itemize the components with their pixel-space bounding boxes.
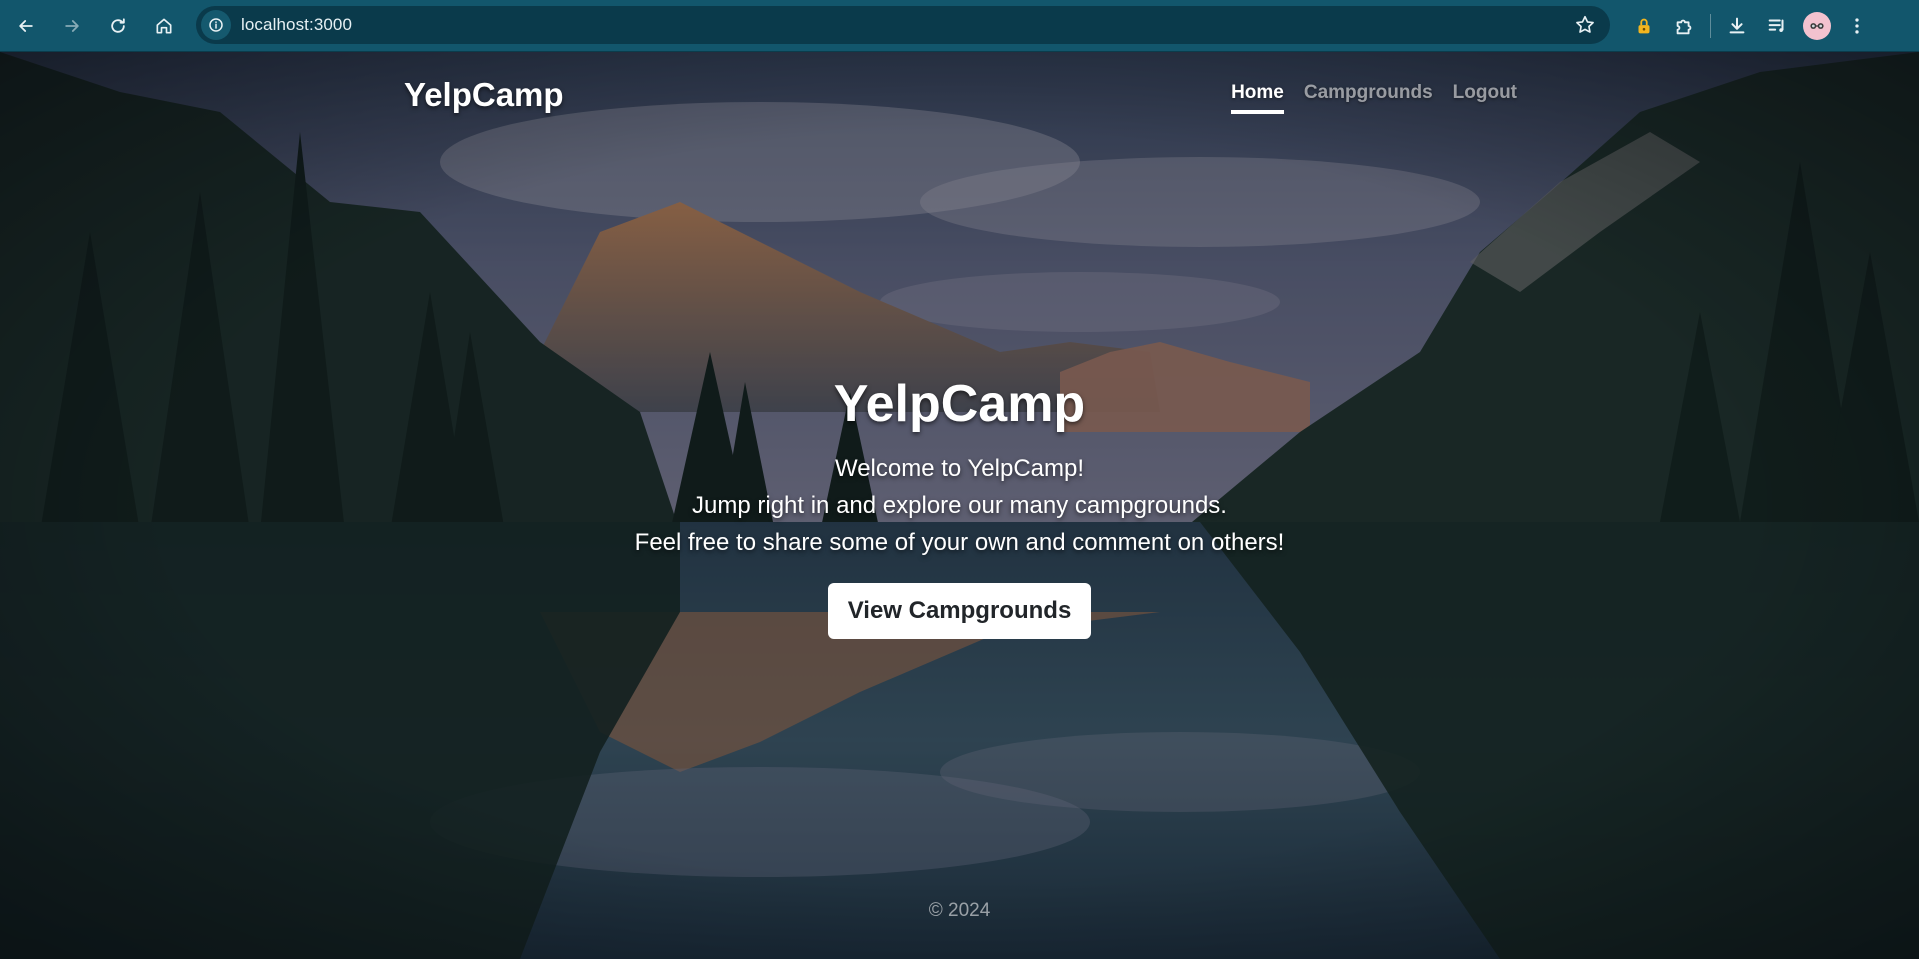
nav-link-logout[interactable]: Logout <box>1453 82 1517 114</box>
hero-explore-text: Jump right in and explore our many campg… <box>692 492 1227 519</box>
nav-link-home[interactable]: Home <box>1231 82 1284 114</box>
puzzle-icon <box>1676 19 1692 35</box>
extensions-button[interactable] <box>1664 6 1704 46</box>
lock-icon <box>1638 18 1650 34</box>
footer-copyright: © 2024 <box>928 900 991 921</box>
web-page: YelpCamp Home Campgrounds Logout YelpCam… <box>0 52 1919 959</box>
reload-icon <box>111 17 125 33</box>
media-button[interactable] <box>1757 6 1797 46</box>
toolbar-separator <box>1710 14 1711 38</box>
site-info-button[interactable] <box>201 10 231 40</box>
forward-button[interactable] <box>52 6 92 46</box>
download-icon <box>1729 17 1745 34</box>
extension-lock-button[interactable] <box>1624 6 1664 46</box>
hero-share-text: Feel free to share some of your own and … <box>634 529 1285 556</box>
home-button[interactable] <box>144 6 184 46</box>
info-icon <box>209 18 223 32</box>
hero-welcome-text: Welcome to YelpCamp! <box>834 455 1085 482</box>
star-icon[interactable] <box>1574 14 1596 36</box>
downloads-button[interactable] <box>1717 6 1757 46</box>
hero-title: YelpCamp <box>833 375 1086 433</box>
navbar-links: Home Campgrounds Logout <box>1231 82 1517 114</box>
hero-content: YelpCamp Welcome to YelpCamp! Jump right… <box>0 374 1919 639</box>
address-bar[interactable]: localhost:3000 <box>196 6 1610 44</box>
profile-button[interactable] <box>1797 6 1837 46</box>
site-navbar: YelpCamp Home Campgrounds Logout <box>0 52 1919 140</box>
extensions-area <box>1624 0 1877 52</box>
kebab-menu-icon <box>1855 18 1859 34</box>
view-campgrounds-button[interactable]: View Campgrounds <box>827 583 1092 639</box>
reload-button[interactable] <box>98 6 138 46</box>
nav-link-campgrounds[interactable]: Campgrounds <box>1304 82 1433 114</box>
arrow-left-icon <box>19 19 33 32</box>
playlist-icon <box>1768 19 1784 32</box>
home-icon <box>156 18 172 34</box>
avatar-icon <box>1803 12 1831 40</box>
browser-menu-button[interactable] <box>1837 6 1877 46</box>
url-text[interactable]: localhost:3000 <box>241 15 352 35</box>
navbar-brand[interactable]: YelpCamp <box>404 76 564 114</box>
arrow-right-icon <box>65 19 79 32</box>
back-button[interactable] <box>6 6 46 46</box>
browser-toolbar: localhost:3000 <box>0 0 1919 52</box>
